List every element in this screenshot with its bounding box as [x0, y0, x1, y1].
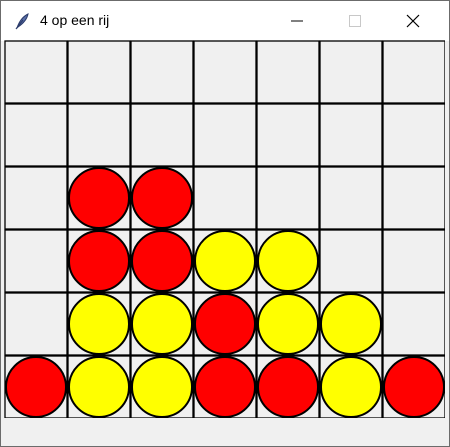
board-cell-r5-c7[interactable] — [382, 292, 445, 356]
yellow-disc — [131, 356, 193, 418]
board-cell-r2-c3[interactable] — [130, 103, 194, 167]
window-title: 4 op een rij — [40, 12, 110, 28]
red-disc — [68, 230, 130, 292]
board-cell-r3-c7[interactable] — [382, 166, 445, 230]
red-disc — [131, 230, 193, 292]
game-board[interactable] — [4, 40, 445, 418]
red-disc — [383, 356, 445, 418]
board-cell-r4-c7[interactable] — [382, 229, 445, 293]
board-cell-r2-c4[interactable] — [193, 103, 257, 167]
board-cell-r3-c4[interactable] — [193, 166, 257, 230]
app-window: 4 op een rij — [0, 0, 450, 447]
yellow-disc — [257, 230, 319, 292]
yellow-disc — [320, 293, 382, 355]
board-cell-r1-c6[interactable] — [319, 40, 383, 104]
board-cell-r2-c1[interactable] — [4, 103, 68, 167]
minimize-icon — [291, 20, 303, 22]
red-disc — [257, 356, 319, 418]
board-cell-r4-c6[interactable] — [319, 229, 383, 293]
board-cell-r1-c2[interactable] — [67, 40, 131, 104]
board-cell-r1-c1[interactable] — [4, 40, 68, 104]
maximize-button[interactable] — [327, 1, 383, 41]
red-disc — [5, 356, 67, 418]
yellow-disc — [320, 356, 382, 418]
yellow-disc — [194, 230, 256, 292]
board-cell-r3-c6[interactable] — [319, 166, 383, 230]
yellow-disc — [131, 293, 193, 355]
close-icon — [406, 14, 420, 28]
board-cell-r2-c5[interactable] — [256, 103, 320, 167]
yellow-disc — [257, 293, 319, 355]
yellow-disc — [68, 293, 130, 355]
board-cell-r1-c5[interactable] — [256, 40, 320, 104]
red-disc — [194, 356, 256, 418]
red-disc — [68, 167, 130, 229]
board-cell-r4-c1[interactable] — [4, 229, 68, 293]
title-bar[interactable]: 4 op een rij — [1, 1, 449, 41]
board-cell-r2-c6[interactable] — [319, 103, 383, 167]
board-cell-r3-c5[interactable] — [256, 166, 320, 230]
board-cell-r2-c2[interactable] — [67, 103, 131, 167]
maximize-icon — [349, 15, 361, 27]
board-cell-r3-c1[interactable] — [4, 166, 68, 230]
board-cell-r1-c3[interactable] — [130, 40, 194, 104]
close-button[interactable] — [385, 1, 441, 41]
board-cell-r2-c7[interactable] — [382, 103, 445, 167]
yellow-disc — [68, 356, 130, 418]
minimize-button[interactable] — [269, 1, 325, 41]
board-cell-r5-c1[interactable] — [4, 292, 68, 356]
board-cell-r1-c7[interactable] — [382, 40, 445, 104]
red-disc — [194, 293, 256, 355]
status-area — [1, 419, 449, 446]
board-cell-r1-c4[interactable] — [193, 40, 257, 104]
red-disc — [131, 167, 193, 229]
feather-icon — [13, 12, 31, 30]
